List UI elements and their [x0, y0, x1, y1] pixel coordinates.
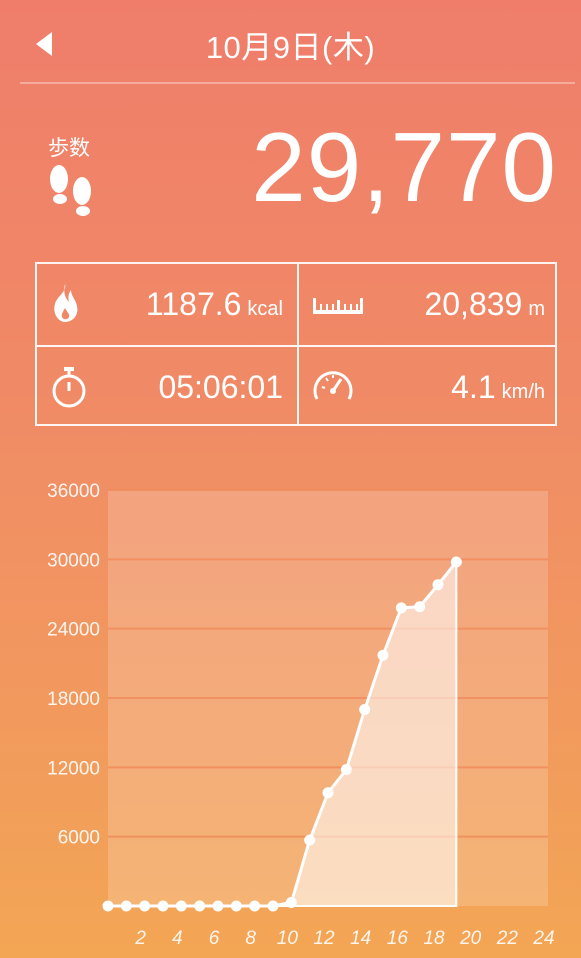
data-point — [322, 787, 334, 799]
x-tick-label: 12 — [313, 928, 335, 949]
duration-value: 05:06:01 — [158, 369, 283, 405]
data-point — [414, 601, 426, 613]
data-point — [432, 579, 444, 591]
distance-value: 20,839 — [424, 286, 523, 322]
data-point — [175, 900, 187, 912]
speedometer-icon — [311, 365, 355, 410]
distance-cell: 20,839 m — [299, 264, 559, 345]
stopwatch-icon — [49, 365, 89, 414]
data-point — [157, 900, 169, 912]
data-point — [304, 834, 316, 846]
flame-icon — [49, 282, 81, 329]
duration-cell: 05:06:01 — [37, 347, 297, 428]
distance-unit: m — [528, 298, 545, 320]
calories-cell: 1187.6 kcal — [37, 264, 297, 345]
data-point — [450, 556, 462, 568]
data-point — [249, 900, 261, 912]
x-tick-label: 16 — [387, 928, 409, 949]
x-tick-label: 18 — [423, 928, 445, 949]
x-tick-label: 20 — [459, 928, 482, 949]
y-tick-label: 36000 — [47, 481, 100, 502]
x-tick-label: 14 — [350, 928, 371, 949]
data-point — [395, 602, 407, 614]
y-tick-label: 12000 — [47, 758, 100, 779]
speed-cell: 4.1 km/h — [299, 347, 559, 428]
header-divider — [20, 82, 575, 84]
x-tick-label: 10 — [277, 928, 299, 949]
header: 10月9日(木) — [0, 0, 581, 84]
data-point — [194, 900, 206, 912]
x-tick-label: 24 — [532, 928, 554, 949]
steps-label: 歩数 — [48, 137, 90, 160]
x-tick-label: 4 — [172, 928, 183, 949]
y-tick-label: 30000 — [47, 550, 100, 571]
data-point — [267, 900, 279, 912]
x-tick-label: 6 — [209, 928, 220, 949]
x-tick-label: 2 — [134, 928, 146, 949]
calories-unit: kcal — [247, 298, 283, 320]
y-tick-label: 24000 — [47, 620, 100, 641]
calories-value: 1187.6 — [145, 286, 242, 322]
data-point — [340, 764, 352, 776]
x-tick-label: 8 — [245, 928, 256, 949]
data-point — [139, 900, 151, 912]
date-title: 10月9日(木) — [205, 30, 376, 65]
data-point — [120, 900, 132, 912]
data-point — [359, 704, 371, 716]
stats-grid: 1187.6 kcal 20,839 m 05:06:01 4.1 km/h — [35, 262, 557, 426]
steps-value: 29,770 — [251, 112, 557, 222]
ruler-icon — [311, 282, 365, 327]
x-tick-label: 22 — [496, 928, 519, 949]
data-point — [377, 649, 389, 661]
data-point — [212, 900, 224, 912]
speed-unit: km/h — [501, 381, 545, 403]
y-tick-label: 18000 — [47, 689, 100, 710]
data-point — [285, 897, 297, 909]
data-point — [102, 900, 114, 912]
footprints-icon — [46, 164, 96, 231]
step-chart: 600012000180002400030000360002 4 6 8 10 12 14 1… — [47, 481, 554, 949]
data-point — [230, 900, 242, 912]
speed-value: 4.1 — [451, 369, 496, 405]
y-tick-label: 6000 — [58, 828, 100, 849]
